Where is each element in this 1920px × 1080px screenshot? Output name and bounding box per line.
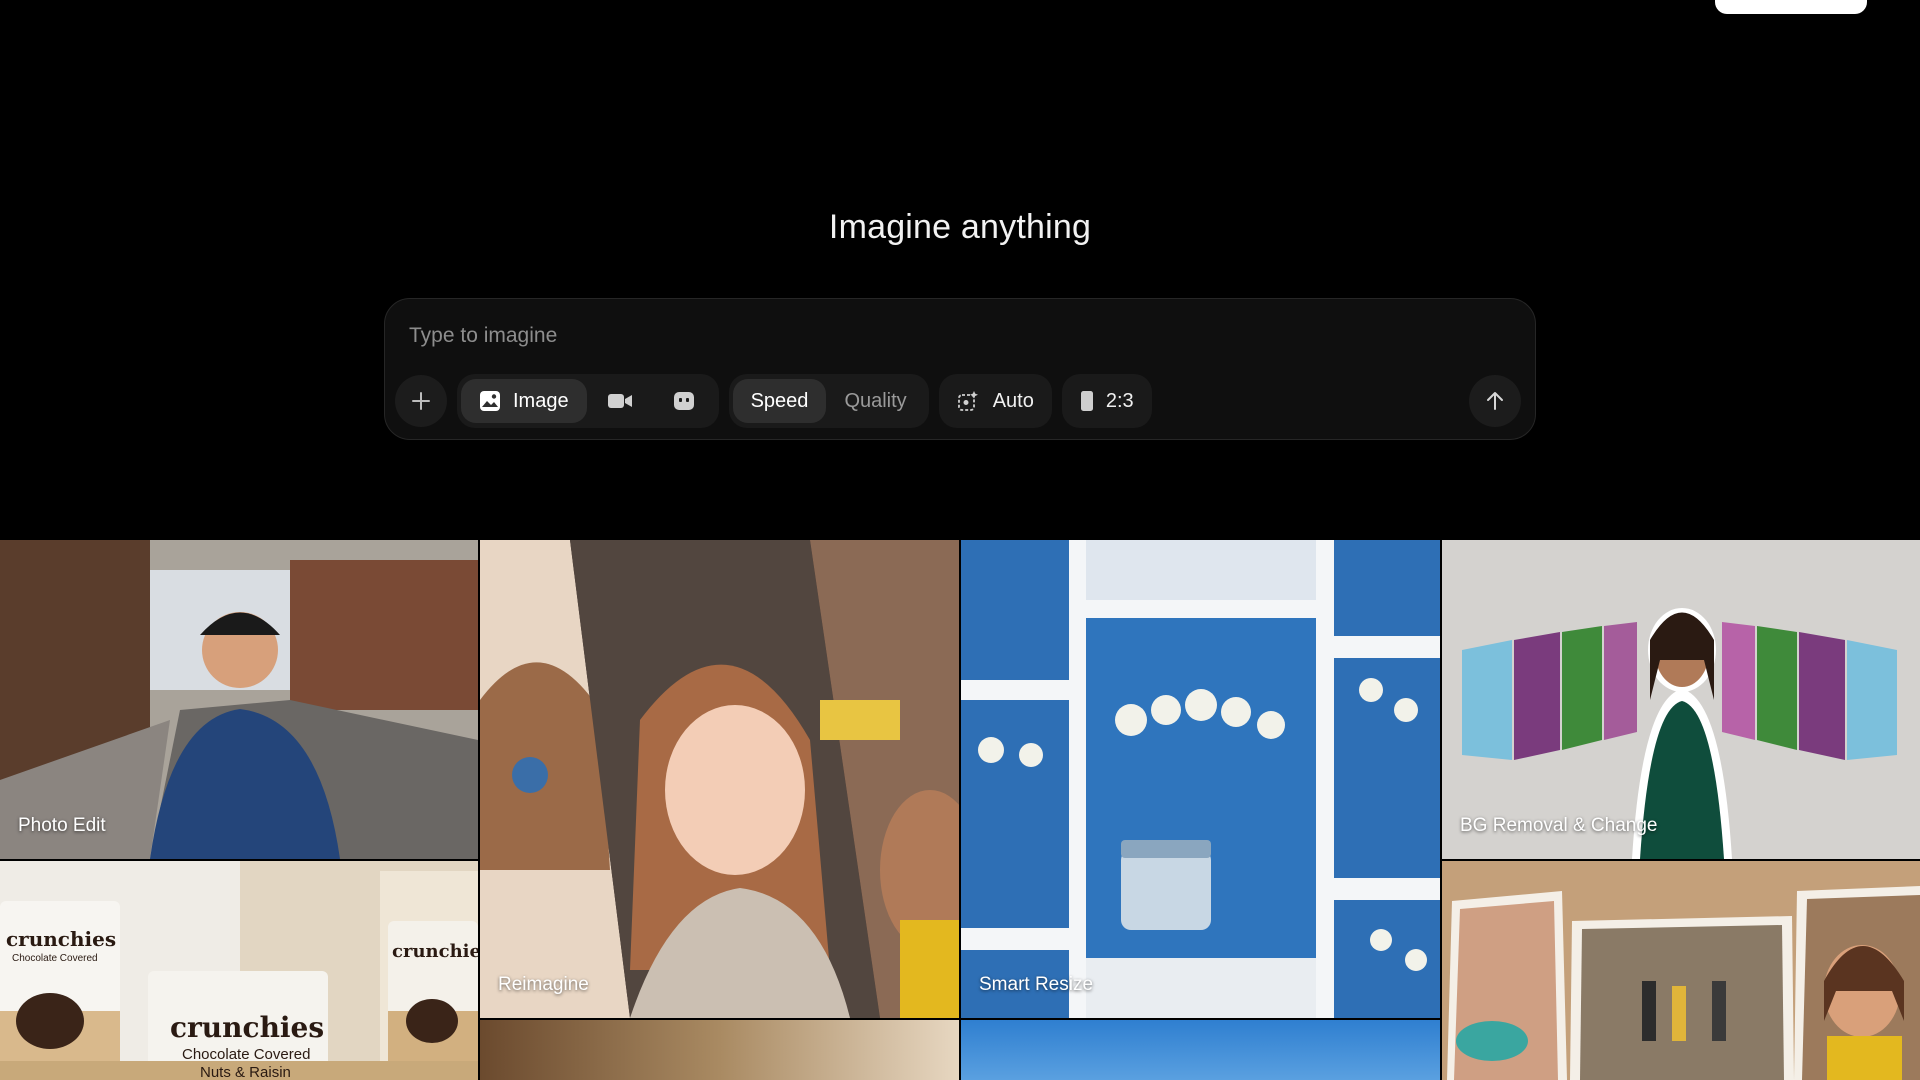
image-icon (480, 391, 500, 411)
portrait-ratio-icon (1080, 391, 1093, 411)
bg-removal-image (1442, 540, 1920, 859)
submit-button[interactable] (1469, 375, 1521, 427)
tile-collage[interactable] (1442, 861, 1920, 1080)
top-right-button[interactable] (1715, 0, 1867, 14)
video-camera-icon (607, 394, 632, 408)
mode-character-button[interactable] (653, 379, 715, 423)
tile-label: BG Removal & Change (1460, 815, 1658, 836)
tile-bg-removal[interactable]: BG Removal & Change (1442, 540, 1920, 859)
tile-label: Smart Resize (979, 974, 1094, 995)
product-brand-text: crunchies (170, 1011, 325, 1044)
product-brand-text: crunchies (392, 941, 478, 962)
tile-label: Photo Edit (18, 815, 106, 836)
style-auto-button[interactable]: Auto (938, 374, 1052, 428)
product-line-text: Chocolate Covered (182, 1046, 311, 1063)
magic-style-icon (957, 391, 978, 411)
tile-smart-resize[interactable]: Smart Resize (961, 540, 1440, 1018)
street-selfie-image (0, 540, 478, 859)
smart-resize-collage-image (961, 540, 1440, 1018)
mode-image-button[interactable]: Image (461, 379, 587, 423)
speed-button[interactable]: Speed (732, 379, 827, 423)
media-mode-group: Image (457, 374, 719, 428)
character-face-icon (673, 392, 694, 410)
tile-photo-edit[interactable]: Photo Edit (0, 540, 478, 859)
plus-icon (412, 392, 430, 410)
tile-more-left[interactable] (480, 1020, 959, 1080)
composer-toolbar: Image Speed Quality Auto 2:3 (395, 373, 1521, 429)
product-brand-text: crunchies (6, 927, 117, 951)
tile-label: Reimagine (498, 974, 589, 995)
mode-image-label: Image (513, 389, 569, 412)
reimagine-collage-image (480, 540, 959, 1018)
prompt-composer: Image Speed Qua (384, 298, 1536, 440)
mode-video-button[interactable] (587, 379, 653, 423)
page: Imagine anything Image (0, 0, 1920, 1080)
tile-reimagine[interactable]: Reimagine (480, 540, 959, 1018)
product-line-text: Nuts & Raisin (200, 1064, 291, 1080)
tile-more-right[interactable] (961, 1020, 1440, 1080)
style-auto-label: Auto (992, 389, 1034, 412)
prompt-input[interactable] (409, 319, 1489, 353)
add-button[interactable] (395, 375, 447, 427)
aspect-ratio-label: 2:3 (1105, 389, 1134, 412)
product-line-text: Chocolate Covered (12, 953, 98, 964)
arrow-up-icon (1487, 392, 1503, 410)
aspect-ratio-button[interactable]: 2:3 (1061, 374, 1152, 428)
quality-button[interactable]: Quality (826, 379, 924, 423)
tile-product-shot[interactable]: crunchies Chocolate Covered crunchies Ch… (0, 861, 478, 1080)
generation-speed-group: Speed Quality (728, 374, 929, 428)
feature-gallery: Photo Edit Reimagine Smart Resize BG Rem… (0, 540, 1920, 1080)
torn-photo-collage-image (1442, 861, 1920, 1080)
page-title: Imagine anything (828, 208, 1092, 246)
